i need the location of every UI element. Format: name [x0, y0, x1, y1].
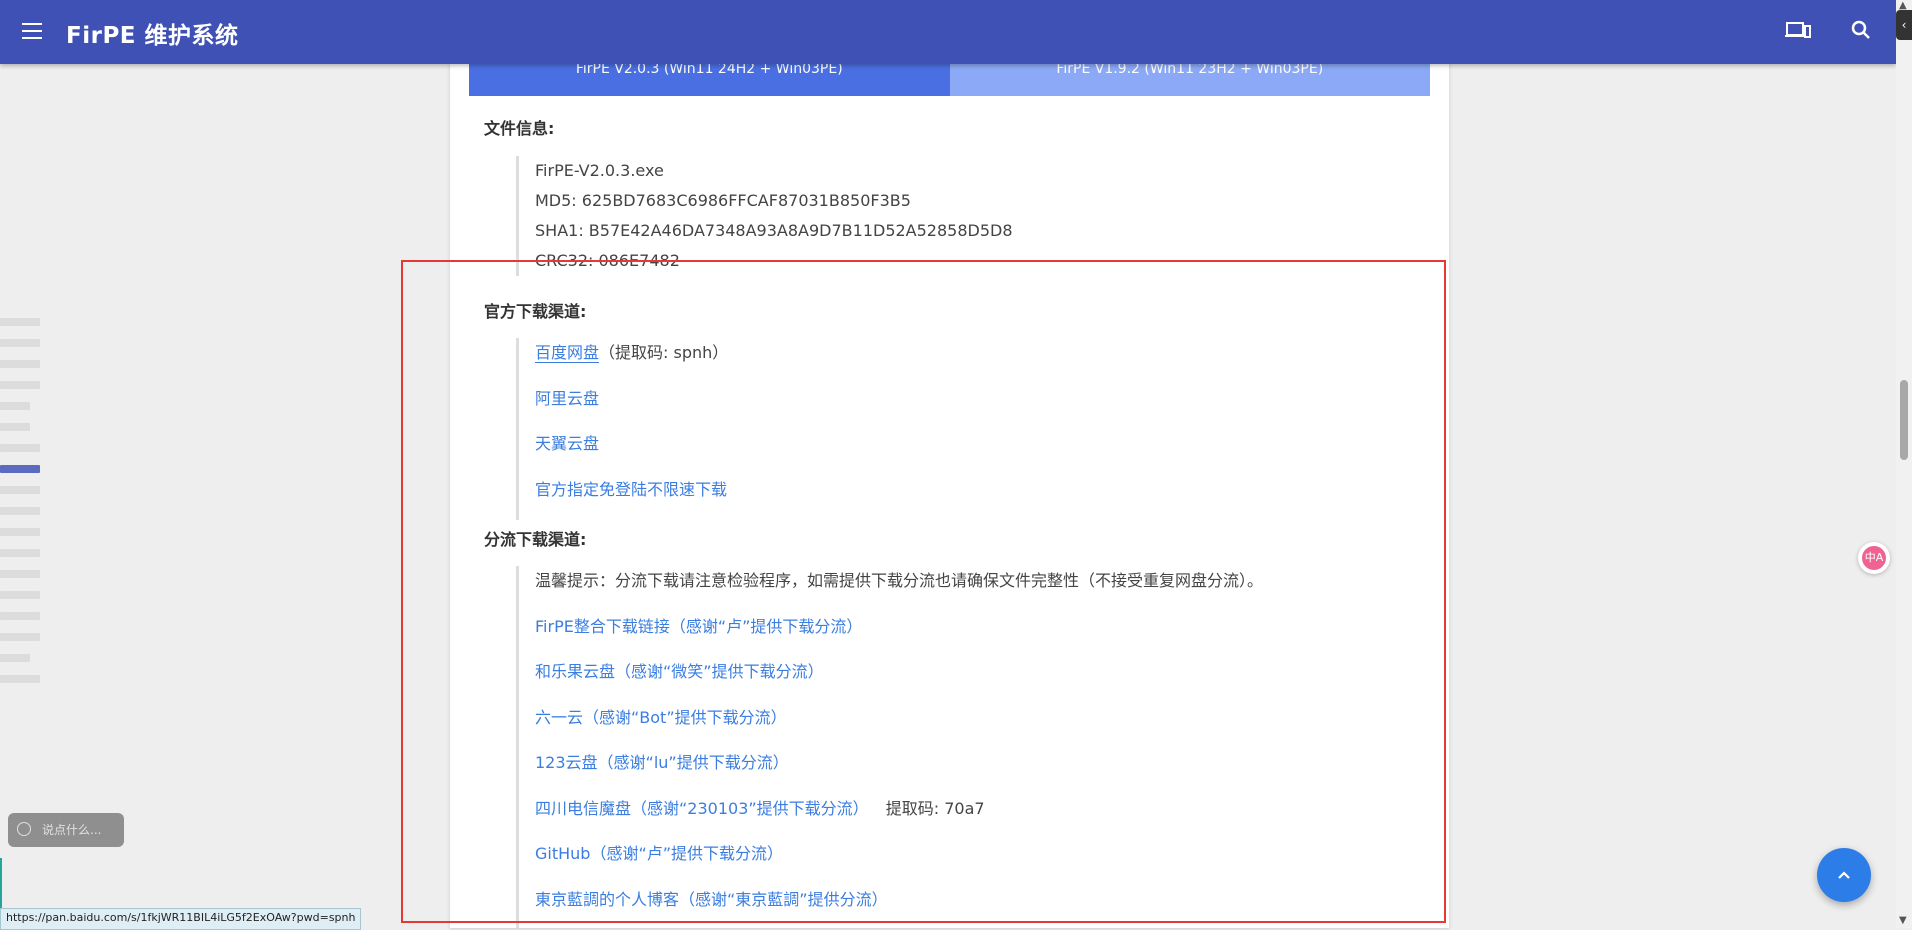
- list-item: 天翼云盘: [535, 429, 728, 475]
- list-item: 百度网盘（提取码: spnh）: [535, 338, 728, 384]
- extract-code: （提取码: spnh）: [599, 343, 729, 362]
- smile-icon: [17, 822, 31, 836]
- toc-item[interactable]: [0, 633, 40, 641]
- toc-item[interactable]: [0, 339, 40, 347]
- toc-item[interactable]: [0, 486, 40, 494]
- toc-item[interactable]: [0, 423, 30, 431]
- mirror-link[interactable]: GitHub（感谢“卢”提供下载分流）: [535, 844, 783, 863]
- status-bar-url: https://pan.baidu.com/s/1fkjWR11BIL4iLG5…: [0, 908, 362, 930]
- site-title[interactable]: FirPE 维护系统: [66, 16, 239, 50]
- article-card: FirPE V2.0.3 (Win11 24H2 + Win03PE) FirP…: [450, 60, 1449, 928]
- mirror-download-list: 温馨提示：分流下载请注意检验程序，如需提供下载分流也请确保文件完整性（不接受重复…: [516, 566, 1263, 928]
- list-item: 和乐果云盘（感谢“微笑”提供下载分流）: [535, 657, 1263, 703]
- toc-item[interactable]: [0, 612, 40, 620]
- list-item: 六一云（感谢“Bot”提供下载分流）: [535, 703, 1263, 749]
- translate-icon[interactable]: 中A: [1858, 542, 1890, 574]
- toc-item[interactable]: [0, 570, 40, 578]
- list-item: 阿里云盘: [535, 384, 728, 430]
- toc-item[interactable]: [0, 675, 40, 683]
- translate-label: 中A: [1862, 546, 1886, 570]
- mirror-link[interactable]: 123云盘（感谢“lu”提供下载分流）: [535, 753, 789, 772]
- file-md5: MD5: 625BD7683C6986FFCAF87031B850F3B5: [535, 191, 911, 210]
- version-tabs: FirPE V2.0.3 (Win11 24H2 + Win03PE) FirP…: [469, 60, 1430, 96]
- toc-item[interactable]: [0, 654, 30, 662]
- edge-accent: [0, 858, 2, 908]
- toc-item[interactable]: [0, 402, 30, 410]
- chevron-up-icon: [1838, 871, 1850, 879]
- list-item: 東京藍調的个人博客（感谢“東京藍調”提供分流）: [535, 885, 1263, 929]
- devices-icon[interactable]: [1784, 18, 1816, 46]
- comment-input[interactable]: 说点什么...: [8, 813, 124, 847]
- scroll-down-icon[interactable]: ▼: [1899, 915, 1907, 926]
- table-of-contents: [0, 318, 42, 696]
- toc-item[interactable]: [0, 549, 40, 557]
- official-download-heading: 官方下载渠道:: [484, 302, 587, 321]
- official-download-list: 百度网盘（提取码: spnh） 阿里云盘 天翼云盘 官方指定免登陆不限速下载: [516, 338, 728, 520]
- file-info-heading: 文件信息:: [484, 119, 555, 138]
- file-info-block: FirPE-V2.0.3.exe MD5: 625BD7683C6986FFCA…: [516, 156, 1013, 276]
- comment-placeholder: 说点什么...: [42, 823, 102, 837]
- tianyi-cloud-link[interactable]: 天翼云盘: [535, 434, 599, 453]
- list-item: 四川电信魔盘（感谢“230103”提供下载分流） 提取码: 70a7: [535, 794, 1263, 840]
- list-item: GitHub（感谢“卢”提供下载分流）: [535, 839, 1263, 885]
- aliyun-drive-link[interactable]: 阿里云盘: [535, 389, 599, 408]
- mirror-link[interactable]: 六一云（感谢“Bot”提供下载分流）: [535, 708, 787, 727]
- list-item: 123云盘（感谢“lu”提供下载分流）: [535, 748, 1263, 794]
- baidu-pan-link[interactable]: 百度网盘: [535, 343, 600, 363]
- back-to-top-button[interactable]: [1817, 848, 1871, 902]
- toc-item[interactable]: [0, 444, 40, 452]
- app-bar: FirPE 维护系统: [0, 0, 1896, 64]
- official-direct-download-link[interactable]: 官方指定免登陆不限速下载: [535, 480, 727, 499]
- file-sha1: SHA1: B57E42A46DA7348A93A8A9D7B11D52A528…: [535, 221, 1013, 240]
- file-name: FirPE-V2.0.3.exe: [535, 161, 664, 180]
- file-crc32: CRC32: 086E7482: [535, 251, 680, 270]
- toc-item[interactable]: [0, 360, 40, 368]
- toc-item[interactable]: [0, 507, 40, 515]
- search-icon[interactable]: [1848, 18, 1880, 46]
- list-item: 官方指定免登陆不限速下载: [535, 475, 728, 521]
- mirror-note: 温馨提示：分流下载请注意检验程序，如需提供下载分流也请确保文件完整性（不接受重复…: [535, 571, 1264, 590]
- toc-item[interactable]: [0, 591, 40, 599]
- mirror-link[interactable]: 和乐果云盘（感谢“微笑”提供下载分流）: [535, 662, 824, 681]
- toc-item[interactable]: [0, 381, 40, 389]
- toc-item[interactable]: [0, 318, 40, 326]
- scrollbar-thumb[interactable]: [1900, 380, 1908, 460]
- mirror-link[interactable]: 四川电信魔盘（感谢“230103”提供下载分流）: [535, 799, 869, 818]
- extract-code: 提取码: 70a7: [885, 798, 985, 818]
- page-scrollbar[interactable]: ▲ ▼: [1896, 0, 1912, 928]
- menu-icon[interactable]: [18, 18, 46, 46]
- toc-item[interactable]: [0, 528, 40, 536]
- mirror-download-heading: 分流下载渠道:: [484, 530, 587, 549]
- tab-v2-0-3[interactable]: FirPE V2.0.3 (Win11 24H2 + Win03PE): [469, 60, 950, 96]
- toc-item-active[interactable]: [0, 465, 40, 473]
- list-item: FirPE整合下载链接（感谢“卢”提供下载分流）: [535, 612, 1263, 658]
- mirror-link[interactable]: 東京藍調的个人博客（感谢“東京藍調”提供分流）: [535, 890, 888, 909]
- tab-v1-9-2[interactable]: FirPE V1.9.2 (Win11 23H2 + Win03PE): [949, 60, 1430, 96]
- chevron-left-icon[interactable]: ‹: [1896, 10, 1912, 40]
- mirror-link[interactable]: FirPE整合下载链接（感谢“卢”提供下载分流）: [535, 617, 862, 636]
